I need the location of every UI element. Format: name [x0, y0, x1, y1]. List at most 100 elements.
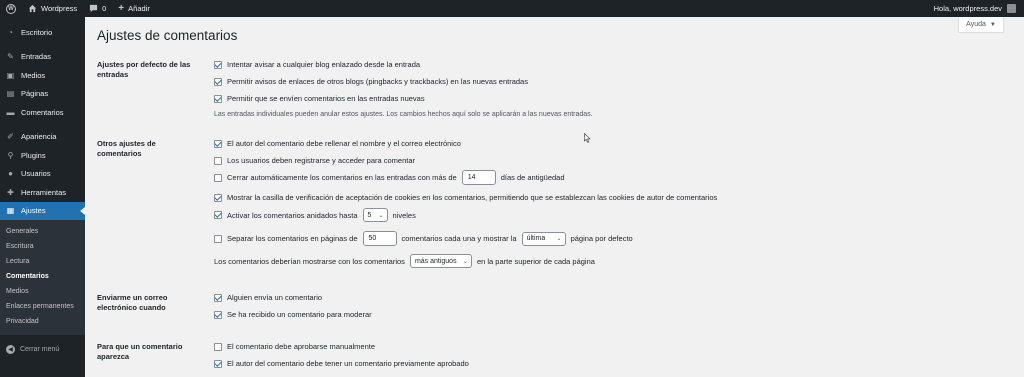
sidebar-item-plugins[interactable]: ⚲ Plugins	[0, 146, 85, 165]
option-email-moderation[interactable]: Se ha recibido un comentario para modera…	[214, 310, 372, 319]
submenu-generales[interactable]: Generales	[0, 224, 85, 239]
new-content-label: Añadir	[128, 4, 150, 13]
option-close-comments[interactable]: Cerrar automáticamente los comentarios e…	[214, 170, 565, 185]
checkbox[interactable]	[214, 139, 222, 148]
option-paginate-comments[interactable]: Separar los comentarios en páginas de 50…	[214, 231, 633, 246]
mouse-cursor-icon	[584, 133, 591, 143]
checkbox[interactable]	[214, 94, 222, 103]
sidebar-item-label: Escritorio	[21, 27, 53, 37]
sidebar-item-label: Apariencia	[21, 132, 57, 142]
option-label: Los comentarios deberían mostrarse con l…	[214, 256, 405, 266]
comment-order-select[interactable]: más antiguos ⌄	[409, 254, 472, 268]
option-label: Mostrar la casilla de verificación de ac…	[227, 193, 718, 202]
section-label-defaults: Ajustes por defecto de las entradas	[97, 60, 191, 79]
submenu-enlaces-permanentes[interactable]: Enlaces permanentes	[0, 299, 85, 314]
default-page-select[interactable]: última ⌄	[521, 231, 566, 246]
option-label-suffix: días de antigüedad	[500, 173, 565, 182]
chevron-down-icon: ⌄	[378, 212, 384, 219]
settings-icon: ▦	[6, 206, 15, 216]
option-label: Permitir que se envíen comentarios en la…	[227, 94, 425, 103]
section-label-other: Otros ajustes de comentarios	[97, 139, 156, 158]
collapse-menu-label: Cerrar menú	[20, 345, 60, 353]
thread-depth-select[interactable]: 5 ⌄	[362, 208, 388, 222]
checkbox[interactable]	[214, 60, 222, 69]
option-label-suffix: página por defecto	[570, 234, 633, 243]
checkbox[interactable]	[214, 310, 222, 319]
option-allow-pingbacks[interactable]: Permitir avisos de enlaces de otros blog…	[214, 77, 528, 86]
option-comment-order: Los comentarios deberían mostrarse con l…	[214, 254, 595, 268]
option-attempt-notify[interactable]: Intentar avisar a cualquier blog enlazad…	[214, 60, 420, 69]
sidebar-item-label: Herramientas	[21, 187, 67, 197]
page-icon: ▤	[6, 89, 15, 99]
option-label-suffix: en la parte superior de cada página	[476, 256, 595, 266]
submenu-comentarios[interactable]: Comentarios	[0, 269, 85, 284]
sidebar-item-apariencia[interactable]: ✐ Apariencia	[0, 128, 85, 147]
close-days-input[interactable]: 14	[461, 170, 496, 185]
checkbox[interactable]	[214, 211, 222, 219]
checkbox[interactable]	[214, 342, 222, 351]
plus-icon: +	[118, 3, 125, 14]
section-label-email: Enviarme un correo electrónico cuando	[97, 293, 168, 312]
admin-sidebar: ◔ Escritorio ✎ Entradas ▣ Medios ▤ Págin…	[0, 17, 85, 377]
submenu-medios[interactable]: Medios	[0, 284, 85, 299]
settings-submenu: Generales Escritura Lectura Comentarios …	[0, 220, 85, 335]
option-label: Activar los comentarios anidados hasta	[227, 210, 358, 220]
comments-count: 0	[102, 4, 107, 13]
sidebar-item-usuarios[interactable]: ● Usuarios	[0, 165, 85, 184]
submenu-lectura[interactable]: Lectura	[0, 254, 85, 269]
sidebar-item-label: Páginas	[21, 89, 49, 99]
collapse-menu-button[interactable]: ◀ Cerrar menú	[0, 340, 85, 358]
dashboard-icon: ◔	[8, 27, 13, 37]
media-icon: ▣	[6, 70, 15, 80]
option-label: El autor del comentario debe tener un co…	[227, 359, 469, 368]
sidebar-item-entradas[interactable]: ✎ Entradas	[0, 48, 85, 67]
sidebar-item-ajustes[interactable]: ▦ Ajustes	[0, 201, 85, 220]
option-manual-approval[interactable]: El comentario debe aprobarse manualmente	[214, 342, 375, 351]
option-threaded-comments[interactable]: Activar los comentarios anidados hasta 5…	[214, 208, 416, 222]
checkbox[interactable]	[214, 234, 222, 243]
users-icon: ●	[8, 169, 13, 179]
chevron-down-icon: ⌄	[556, 236, 562, 242]
wp-logo-menu[interactable]: W	[0, 0, 22, 17]
option-registration-required[interactable]: Los usuarios deben registrarse y acceder…	[214, 156, 415, 165]
new-content-menu[interactable]: + Añadir	[112, 0, 156, 17]
sidebar-item-paginas[interactable]: ▤ Páginas	[0, 85, 85, 104]
my-account-menu[interactable]: Hola, wordpress.dev	[934, 4, 1024, 13]
comments-per-page-input[interactable]: 50	[362, 231, 397, 246]
brush-icon: ✐	[7, 132, 14, 142]
checkbox[interactable]	[214, 77, 222, 86]
section-label-appear: Para que un comentario aparezca	[97, 342, 183, 361]
option-label: El comentario debe aprobarse manualmente	[227, 342, 376, 351]
select-value: 5	[367, 211, 372, 219]
home-icon	[28, 4, 37, 13]
sidebar-item-label: Plugins	[21, 150, 46, 160]
site-name: Wordpress	[41, 4, 78, 13]
comments-menu[interactable]: 0	[83, 0, 112, 17]
option-label: Permitir avisos de enlaces de otros blog…	[227, 77, 528, 86]
checkbox[interactable]	[214, 193, 222, 202]
checkbox[interactable]	[214, 359, 222, 368]
plugin-icon: ⚲	[7, 150, 14, 160]
option-require-name-email[interactable]: El autor del comentario debe rellenar el…	[214, 139, 461, 148]
option-label: Intentar avisar a cualquier blog enlazad…	[227, 60, 421, 69]
option-allow-comments[interactable]: Permitir que se envíen comentarios en la…	[214, 94, 425, 103]
option-previously-approved[interactable]: El autor del comentario debe tener un co…	[214, 359, 469, 368]
site-name-menu[interactable]: Wordpress	[22, 0, 83, 17]
checkbox[interactable]	[214, 156, 222, 165]
sidebar-item-comentarios[interactable]: ▬ Comentarios	[0, 103, 85, 122]
pin-icon: ✎	[7, 52, 14, 62]
sidebar-item-escritorio[interactable]: ◔ Escritorio	[0, 23, 85, 42]
help-tab-button[interactable]: Ayuda ▼	[958, 17, 1004, 33]
checkbox[interactable]	[214, 293, 222, 302]
option-cookies-optin[interactable]: Mostrar la casilla de verificación de ac…	[214, 193, 717, 202]
submenu-privacidad[interactable]: Privacidad	[0, 314, 85, 329]
submenu-escritura[interactable]: Escritura	[0, 239, 85, 254]
checkbox[interactable]	[214, 173, 222, 182]
comment-bubble-icon	[90, 4, 98, 13]
select-value: última	[526, 235, 546, 242]
option-email-new-comment[interactable]: Alguien envía un comentario	[214, 293, 322, 302]
avatar	[1007, 4, 1016, 13]
sidebar-item-herramientas[interactable]: ✚ Herramientas	[0, 183, 85, 202]
sidebar-item-medios[interactable]: ▣ Medios	[0, 66, 85, 85]
chevron-down-icon: ⌄	[462, 258, 468, 265]
